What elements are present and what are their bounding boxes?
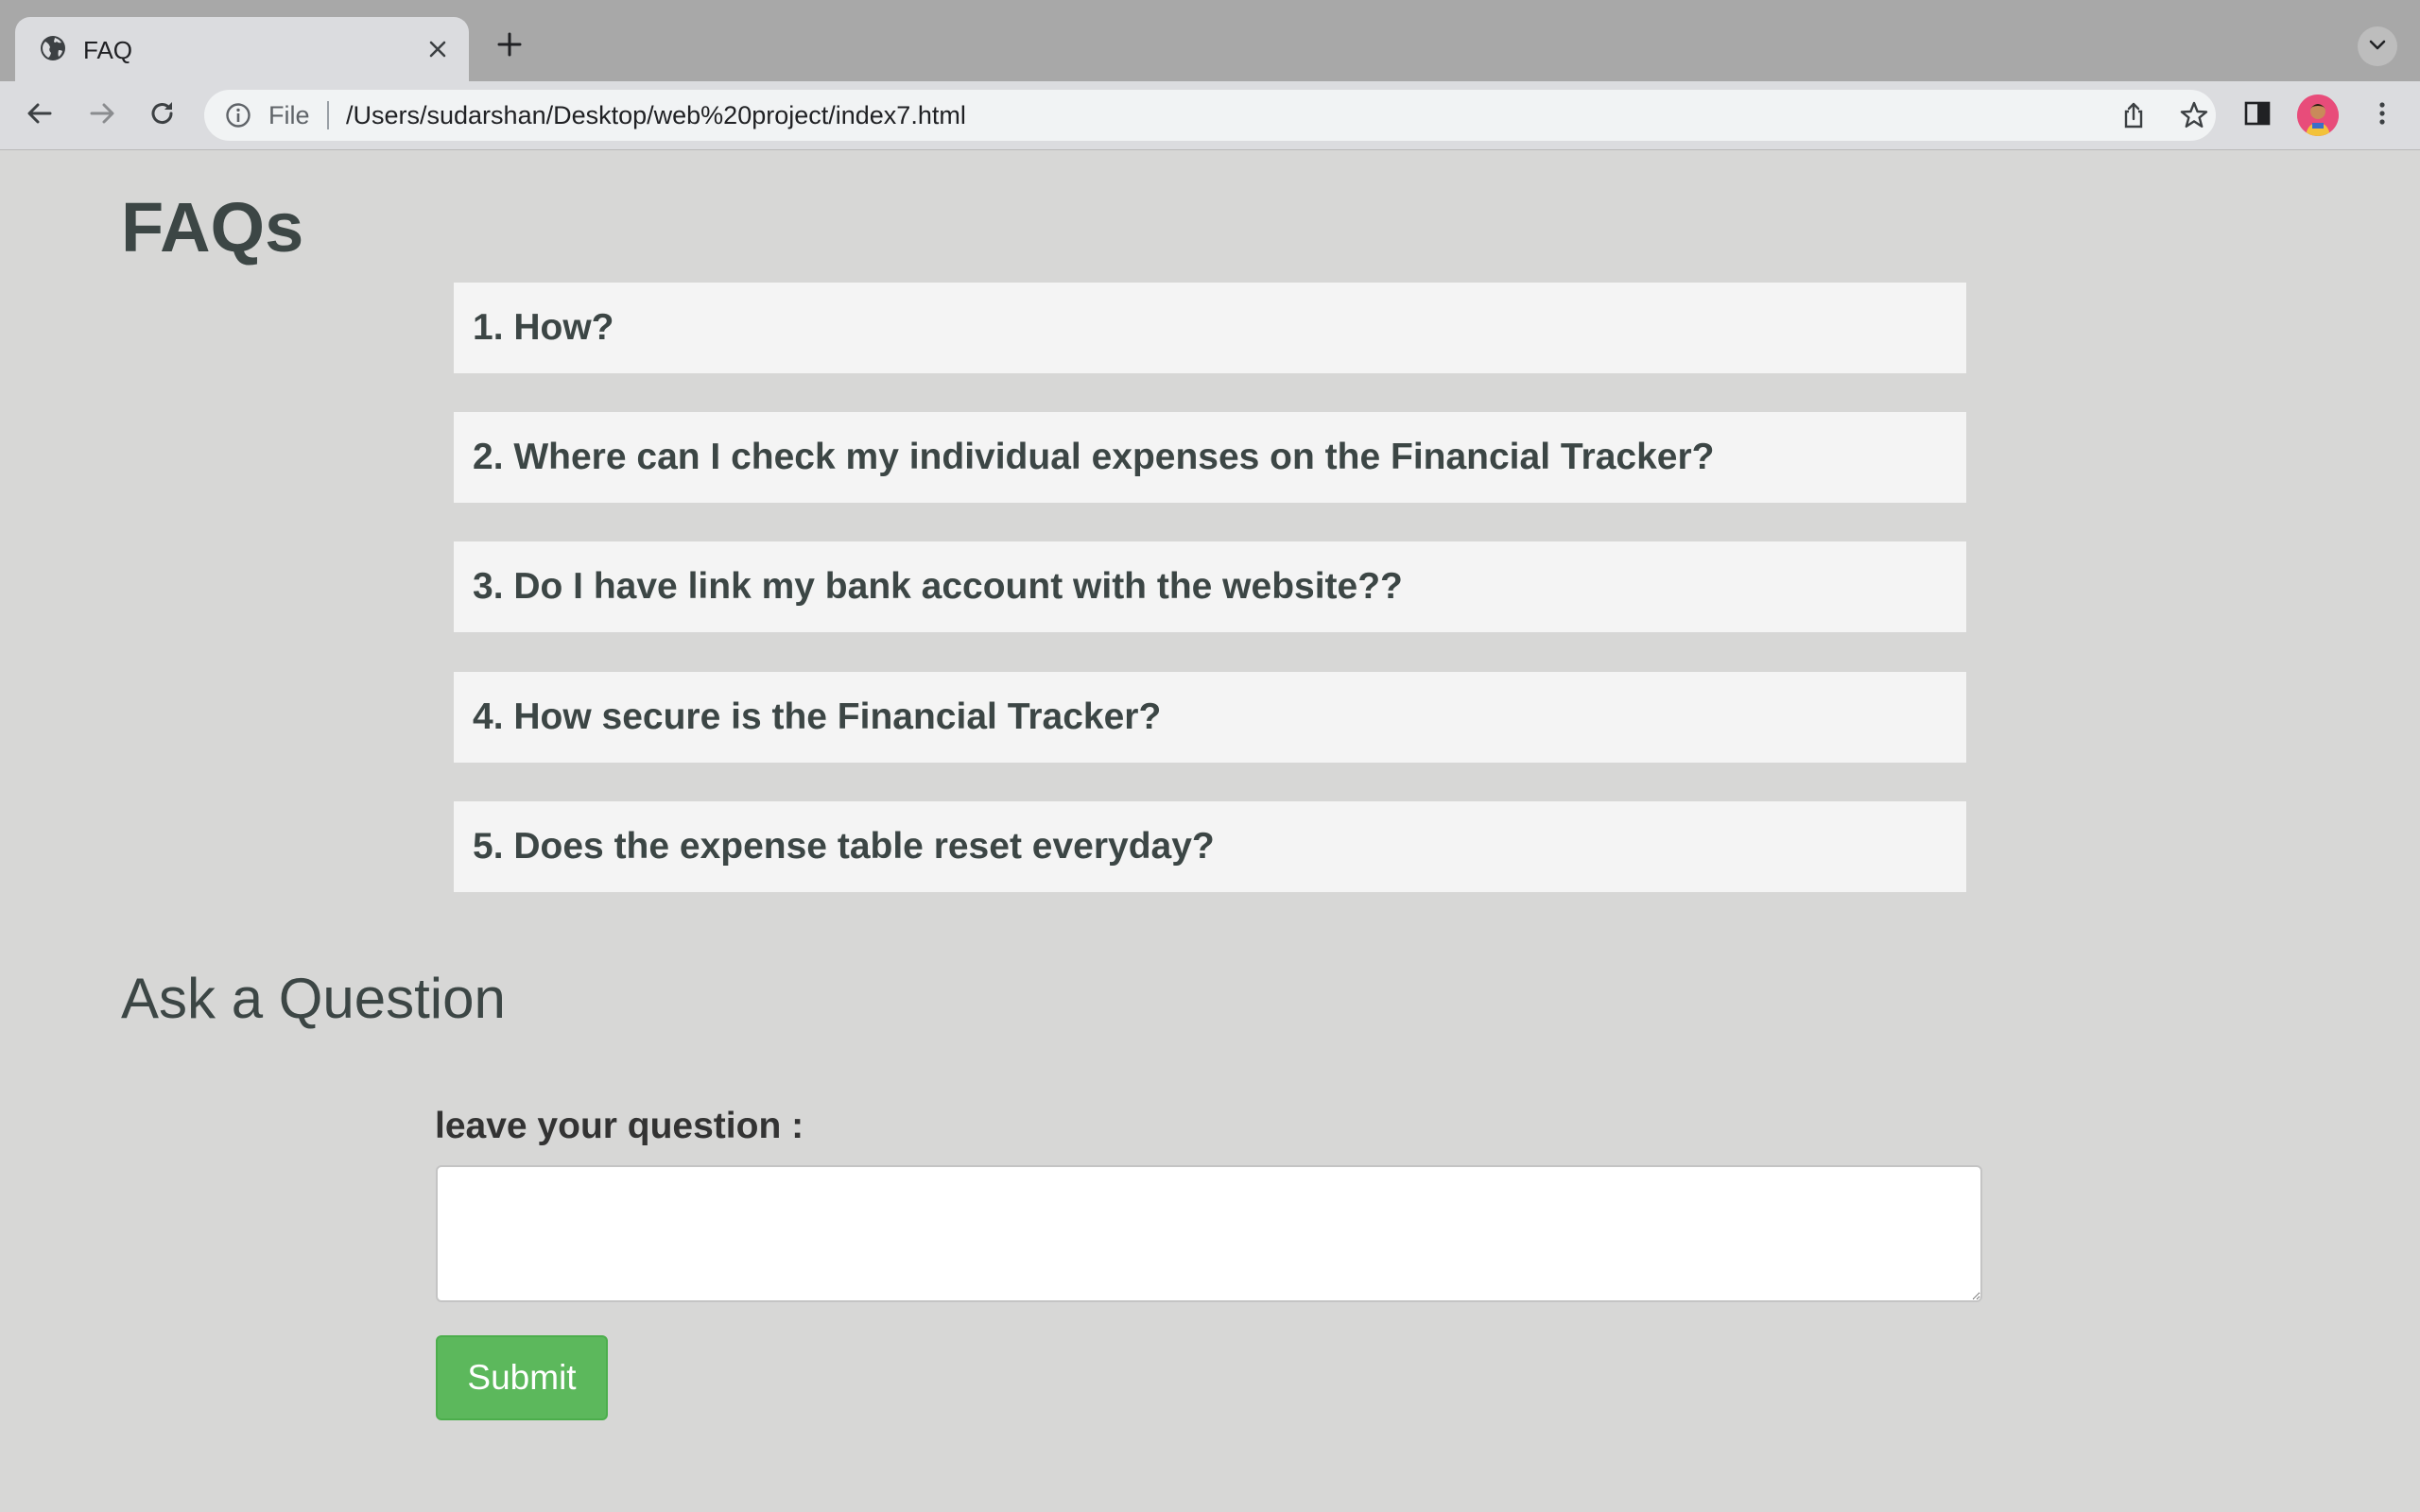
faq-question: 3. Do I have link my bank account with t…: [473, 566, 1403, 607]
faq-question: 1. How?: [473, 307, 614, 348]
back-arrow-icon: [25, 98, 55, 133]
globe-icon: [38, 33, 68, 63]
faq-item[interactable]: 2. Where can I check my individual expen…: [454, 412, 1966, 503]
forward-arrow-icon: [87, 98, 117, 133]
close-icon[interactable]: [422, 33, 454, 65]
new-tab-button[interactable]: [490, 26, 529, 66]
url-text[interactable]: /Users/sudarshan/Desktop/web%20project/i…: [346, 101, 966, 129]
share-icon[interactable]: [2118, 99, 2150, 131]
faq-item[interactable]: 1. How?: [454, 283, 1966, 373]
faq-question: 2. Where can I check my individual expen…: [473, 437, 1715, 477]
browser-toolbar: File /Users/sudarshan/Desktop/web%20proj…: [0, 81, 2420, 150]
question-textarea[interactable]: [436, 1165, 1982, 1302]
menu-button[interactable]: [2361, 94, 2403, 136]
reload-icon: [147, 98, 178, 133]
reload-button[interactable]: [142, 94, 183, 136]
side-panel-icon: [2243, 99, 2272, 132]
faq-question: 5. Does the expense table reset everyday…: [473, 826, 1215, 867]
faq-item[interactable]: 5. Does the expense table reset everyday…: [454, 801, 1966, 892]
kebab-menu-icon: [2368, 99, 2396, 132]
avatar[interactable]: [2297, 94, 2339, 136]
browser-tab[interactable]: FAQ: [15, 17, 469, 81]
divider: [327, 101, 329, 129]
address-bar[interactable]: File /Users/sudarshan/Desktop/web%20proj…: [204, 90, 2216, 141]
tab-title: FAQ: [83, 36, 133, 64]
scheme-label: File: [268, 101, 310, 129]
question-label: leave your question :: [435, 1106, 804, 1146]
forward-button[interactable]: [81, 94, 123, 136]
page-title: FAQs: [121, 188, 304, 266]
submit-button[interactable]: Submit: [436, 1335, 608, 1420]
chevron-down-icon: [2366, 33, 2389, 60]
faq-item[interactable]: 4. How secure is the Financial Tracker?: [454, 672, 1966, 763]
tab-search-button[interactable]: [2358, 26, 2397, 66]
side-panel-button[interactable]: [2237, 94, 2278, 136]
faq-question: 4. How secure is the Financial Tracker?: [473, 696, 1162, 737]
tab-strip: FAQ: [0, 0, 2420, 81]
back-button[interactable]: [19, 94, 60, 136]
faq-item[interactable]: 3. Do I have link my bank account with t…: [454, 541, 1966, 632]
info-icon[interactable]: [225, 102, 251, 129]
ask-question-heading: Ask a Question: [121, 967, 506, 1030]
star-icon[interactable]: [2178, 99, 2210, 131]
plus-icon: [496, 31, 523, 62]
